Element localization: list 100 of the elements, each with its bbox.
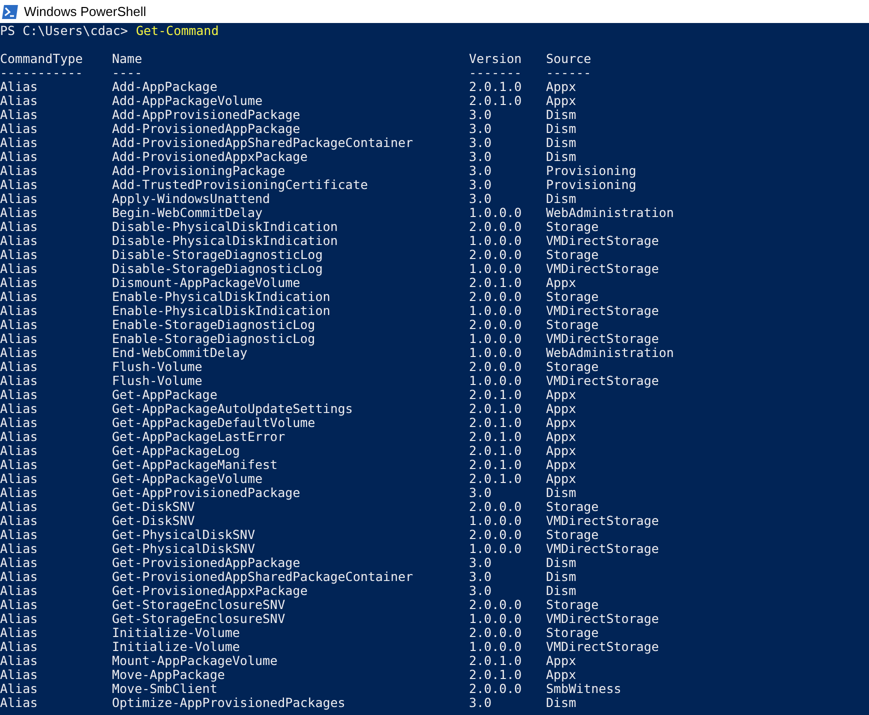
table-cell: Dism — [546, 486, 576, 500]
table-cell: Alias — [0, 304, 38, 318]
table-cell: Dism — [546, 150, 576, 164]
table-cell: 2.0.0.0 — [469, 318, 522, 332]
table-cell: 2.0.0.0 — [469, 626, 522, 640]
table-cell: Get-AppPackageLog — [112, 444, 240, 458]
table-cell: Alias — [0, 374, 38, 388]
table-cell: 1.0.0.0 — [469, 262, 522, 276]
table-cell: 2.0.1.0 — [469, 388, 522, 402]
table-cell: Alias — [0, 276, 38, 290]
table-cell: Enable-PhysicalDiskIndication — [112, 290, 330, 304]
table-cell: Alias — [0, 444, 38, 458]
table-cell: 2.0.0.0 — [469, 598, 522, 612]
table-cell: Alias — [0, 332, 38, 346]
table-cell: Alias — [0, 80, 38, 94]
table-cell: Alias — [0, 626, 38, 640]
table-cell: Storage — [546, 318, 599, 332]
table-cell: WebAdministration — [546, 206, 674, 220]
command-text: Get-Command — [136, 24, 219, 38]
table-cell: Alias — [0, 570, 38, 584]
table-cell: 2.0.0.0 — [469, 682, 522, 696]
table-cell: VMDirectStorage — [546, 304, 659, 318]
table-cell: VMDirectStorage — [546, 640, 659, 654]
table-cell: Storage — [546, 500, 599, 514]
table-cell: 2.0.1.0 — [469, 458, 522, 472]
table-cell: Alias — [0, 430, 38, 444]
table-cell: Dism — [546, 136, 576, 150]
table-cell: Get-ProvisionedAppPackage — [112, 556, 300, 570]
table-cell: 2.0.1.0 — [469, 402, 522, 416]
table-cell: Get-AppPackageLastError — [112, 430, 286, 444]
table-cell: Alias — [0, 262, 38, 276]
table-cell: Alias — [0, 234, 38, 248]
table-cell: Alias — [0, 528, 38, 542]
table-cell: Alias — [0, 668, 38, 682]
table-cell: WebAdministration — [546, 346, 674, 360]
table-cell: Get-DiskSNV — [112, 500, 195, 514]
table-cell: Alias — [0, 318, 38, 332]
table-cell: Dism — [546, 570, 576, 584]
table-cell: Storage — [546, 598, 599, 612]
table-cell: Disable-StorageDiagnosticLog — [112, 248, 323, 262]
table-cell: Move-SmbClient — [112, 682, 218, 696]
table-cell: Storage — [546, 360, 599, 374]
table-cell: Alias — [0, 556, 38, 570]
table-cell: 3.0 — [469, 486, 492, 500]
table-cell: Get-PhysicalDiskSNV — [112, 542, 255, 556]
table-cell: Alias — [0, 150, 38, 164]
table-cell: Appx — [546, 276, 576, 290]
table-cell: Storage — [546, 290, 599, 304]
table-cell: Appx — [546, 416, 576, 430]
table-cell: Add-AppPackage — [112, 80, 218, 94]
table-cell: 3.0 — [469, 164, 492, 178]
table-cell: Get-ProvisionedAppSharedPackageContainer — [112, 570, 414, 584]
table-cell: Alias — [0, 514, 38, 528]
table-cell: Alias — [0, 486, 38, 500]
table-cell: Dism — [546, 122, 576, 136]
header-underline: ---- — [112, 66, 142, 80]
table-cell: Initialize-Volume — [112, 626, 240, 640]
table-cell: Appx — [546, 472, 576, 486]
table-cell: 1.0.0.0 — [469, 612, 522, 626]
table-cell: 2.0.1.0 — [469, 80, 522, 94]
table-cell: Alias — [0, 360, 38, 374]
table-cell: VMDirectStorage — [546, 612, 659, 626]
table-cell: 2.0.0.0 — [469, 248, 522, 262]
table-cell: 2.0.1.0 — [469, 416, 522, 430]
table-cell: 2.0.1.0 — [469, 94, 522, 108]
table-cell: 3.0 — [469, 192, 492, 206]
table-cell: Alias — [0, 458, 38, 472]
table-cell: Storage — [546, 626, 599, 640]
table-cell: Appx — [546, 458, 576, 472]
table-cell: 2.0.0.0 — [469, 220, 522, 234]
table-cell: Provisioning — [546, 164, 636, 178]
table-cell: Provisioning — [546, 178, 636, 192]
table-cell: Move-AppPackage — [112, 668, 225, 682]
table-cell: VMDirectStorage — [546, 332, 659, 346]
table-cell: Alias — [0, 108, 38, 122]
table-cell: 3.0 — [469, 122, 492, 136]
table-cell: 3.0 — [469, 556, 492, 570]
table-cell: Alias — [0, 654, 38, 668]
table-cell: Get-AppPackageDefaultVolume — [112, 416, 316, 430]
table-cell: 2.0.1.0 — [469, 444, 522, 458]
table-cell: Appx — [546, 444, 576, 458]
table-cell: Storage — [546, 220, 599, 234]
table-cell: 2.0.1.0 — [469, 654, 522, 668]
table-cell: Alias — [0, 500, 38, 514]
table-cell: Alias — [0, 472, 38, 486]
table-cell: 2.0.0.0 — [469, 290, 522, 304]
column-header: Version — [469, 52, 522, 66]
table-cell: Dism — [546, 556, 576, 570]
table-cell: 3.0 — [469, 108, 492, 122]
table-cell: VMDirectStorage — [546, 234, 659, 248]
table-cell: Begin-WebCommitDelay — [112, 206, 263, 220]
table-cell: Alias — [0, 612, 38, 626]
table-cell: Get-AppProvisionedPackage — [112, 486, 300, 500]
table-cell: Alias — [0, 542, 38, 556]
table-cell: Alias — [0, 416, 38, 430]
table-cell: Appx — [546, 430, 576, 444]
table-cell: 1.0.0.0 — [469, 346, 522, 360]
table-cell: Appx — [546, 668, 576, 682]
table-cell: Enable-StorageDiagnosticLog — [112, 332, 316, 346]
table-cell: Optimize-AppProvisionedPackages — [112, 696, 346, 710]
